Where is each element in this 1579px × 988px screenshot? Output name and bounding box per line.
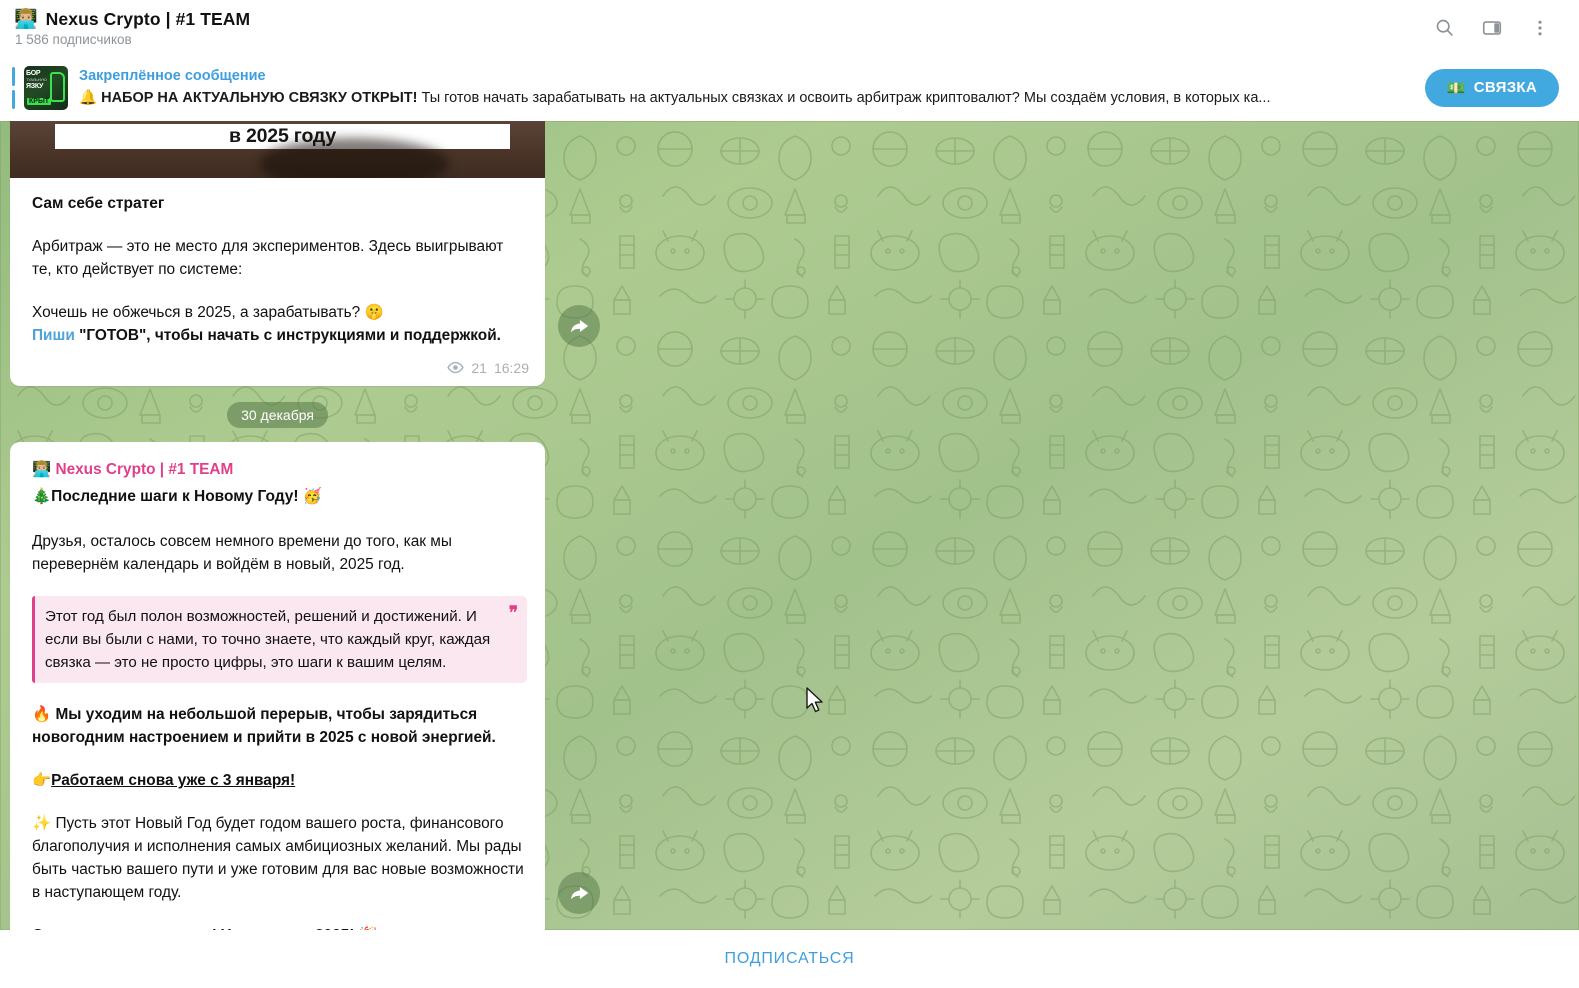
sidebar-toggle-icon[interactable] [1479,15,1505,41]
views-count: 21 [471,359,487,376]
message-column: в 2025 году Сам себе стратег Арбитраж — … [10,121,545,930]
chat-header-actions [1431,15,1579,41]
pinned-thumb-line4: КРЫТ [27,97,52,105]
date-divider-label: 30 декабря [227,402,328,428]
channel-subscribers: 1 586 подписчиков [15,31,132,47]
date-divider: 30 декабря [10,402,545,428]
quote-text: Этот год был полон возможностей, решений… [45,608,491,671]
pinned-cta-button[interactable]: 💵 СВЯЗКА [1424,68,1559,107]
fire-icon: 🔥 [32,706,52,723]
message-paragraph: Арбитраж — это не место для эксперименто… [32,238,504,278]
pinned-content: Закреплённое сообщение 🔔 НАБОР НА АКТУАЛ… [79,67,1425,108]
pinned-preview: 🔔 НАБОР НА АКТУАЛЬНУЮ СВЯЗКУ ОТКРЫТ! Ты … [79,88,1425,108]
pinned-thumbnail[interactable]: БОР ТУАЛЬНУЮ ЯЗКУ КРЫТ [24,65,68,110]
message-question: Хочешь не обжечься в 2025, а зарабатыват… [32,304,384,321]
chat-header-info[interactable]: 👨🏼‍💻 Nexus Crypto | #1 TEAM 1 586 подпис… [0,0,250,55]
more-vertical-icon[interactable] [1527,15,1553,41]
share-button[interactable] [558,872,600,914]
search-icon[interactable] [1431,15,1457,41]
author-avatar-emoji: 👨🏼‍💻 [32,461,52,478]
chat-scroll-area[interactable]: в 2025 году Сам себе стратег Арбитраж — … [0,121,1579,930]
message-title: Последние шаги к Новому Году! [51,488,299,505]
pinned-marker [12,66,15,109]
views-icon [447,359,465,376]
message-quote: ❞ Этот год был полон возможностей, решен… [32,596,527,683]
message-text: 👨🏼‍💻 Nexus Crypto | #1 TEAM 🎄Последние ш… [10,442,545,930]
break-text: Мы уходим на небольшой перерыв, чтобы за… [32,706,496,746]
pinned-label: Закреплённое сообщение [79,68,266,84]
message-meta: 21 16:29 [10,357,545,386]
photo-caption: в 2025 году [229,125,336,147]
message-bubble[interactable]: в 2025 году Сам себе стратег Арбитраж — … [10,121,545,386]
chat-header: 👨🏼‍💻 Nexus Crypto | #1 TEAM 1 586 подпис… [0,0,1579,55]
pinned-thumb-line2: ТУАЛЬНУЮ [26,76,47,82]
wish-text: Пусть этот Новый Год будет годом вашего … [32,815,524,901]
pinned-headline: НАБОР НА АКТУАЛЬНУЮ СВЯЗКУ ОТКРЫТ! [101,90,418,106]
pinned-preview-text: Ты готов начать зарабатывать на актуальн… [421,90,1271,106]
message-wish: ✨ Пусть этот Новый Год будет годом вашег… [32,812,527,904]
pinned-thumb-line3: ЯЗКУ [26,82,44,90]
pointing-right-icon: 👉 [32,772,52,789]
return-text: Работаем снова уже с 3 января! [51,772,296,789]
message-intro: Друзья, осталось совсем немного времени … [32,533,452,573]
message-text: Сам себе стратег Арбитраж — это не место… [10,178,545,357]
message-cta-rest: "ГОТОВ", чтобы начать с инструкциями и п… [74,327,501,344]
message-headline: Сам себе стратег [32,195,165,212]
quote-mark-icon: ❞ [508,603,518,622]
party-face-icon: 🥳 [302,488,322,505]
subscribe-bar[interactable]: ПОДПИСАТЬСЯ [0,930,1579,988]
pinned-thumb-line1: БОР [26,69,41,77]
message-break-note: 🔥 Мы уходим на небольшой перерыв, чтобы … [32,703,527,749]
pinned-bell-icon: 🔔 [79,90,98,106]
message-photo[interactable]: в 2025 году [10,121,545,178]
message-author[interactable]: Nexus Crypto | #1 TEAM [55,461,233,478]
message-return-note: 👉Работаем снова уже с 3 января! [32,769,527,792]
channel-avatar-emoji: 👨🏼‍💻 [14,8,38,30]
pinned-cta-label: СВЯЗКА [1473,79,1537,96]
channel-title: Nexus Crypto | #1 TEAM [45,8,251,29]
tree-icon: 🎄 [32,488,52,505]
sparkles-icon: ✨ [32,815,52,832]
message-link[interactable]: Пиши [32,327,75,344]
pinned-message-bar[interactable]: БОР ТУАЛЬНУЮ ЯЗКУ КРЫТ Закреплённое сооб… [0,55,1579,121]
message-bubble[interactable]: 👨🏼‍💻 Nexus Crypto | #1 TEAM 🎄Последние ш… [10,442,545,930]
telegram-channel-view: 👨🏼‍💻 Nexus Crypto | #1 TEAM 1 586 подпис… [0,0,1579,988]
subscribe-button[interactable]: ПОДПИСАТЬСЯ [725,950,855,968]
share-button[interactable] [558,305,600,347]
message-time: 16:29 [493,359,529,376]
money-icon: 💵 [1446,79,1466,97]
